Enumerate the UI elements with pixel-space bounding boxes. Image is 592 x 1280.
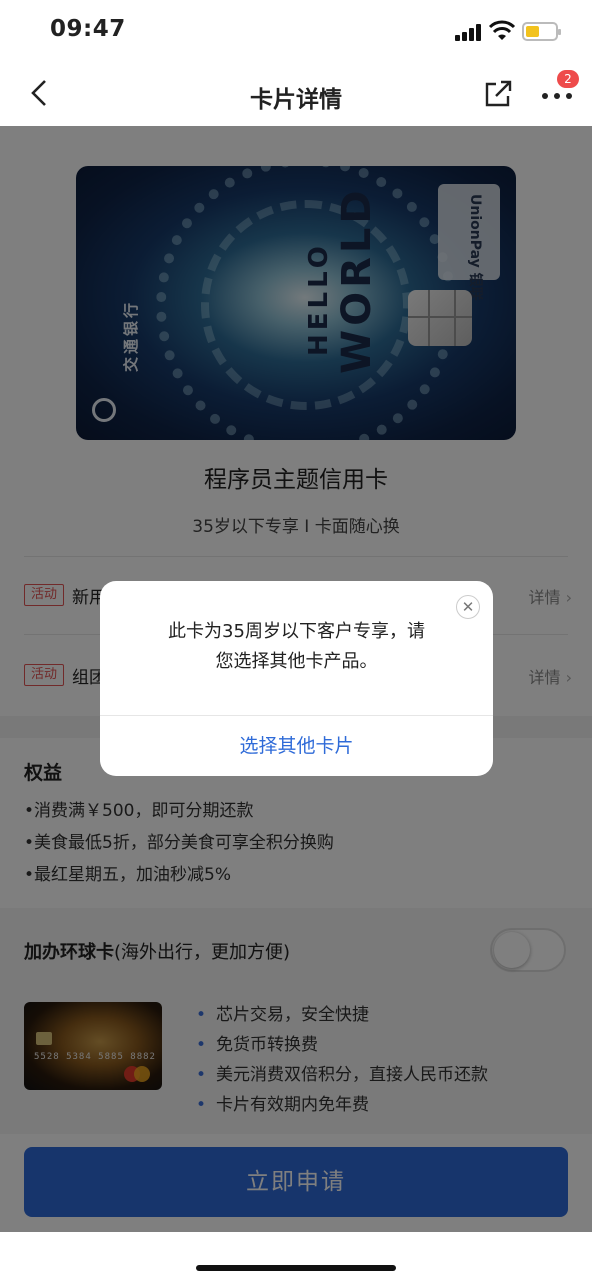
nav-bar: 卡片详情 2 bbox=[0, 62, 592, 126]
cellular-signal-icon bbox=[455, 23, 483, 41]
age-restriction-dialog: ✕ 此卡为35周岁以下客户专享，请 您选择其他卡产品。 选择其他卡片 bbox=[100, 581, 493, 776]
dialog-divider bbox=[100, 715, 493, 716]
share-icon[interactable] bbox=[484, 80, 514, 108]
home-indicator bbox=[196, 1265, 396, 1271]
notification-badge: 2 bbox=[557, 70, 579, 88]
choose-other-card-button[interactable]: 选择其他卡片 bbox=[100, 731, 493, 758]
wifi-icon bbox=[488, 20, 516, 40]
status-time: 09:47 bbox=[50, 16, 126, 42]
battery-icon bbox=[522, 22, 561, 41]
close-icon[interactable]: ✕ bbox=[456, 595, 480, 619]
status-bar: 09:47 bbox=[0, 0, 592, 62]
dialog-message: 此卡为35周岁以下客户专享，请 您选择其他卡产品。 bbox=[168, 621, 425, 672]
